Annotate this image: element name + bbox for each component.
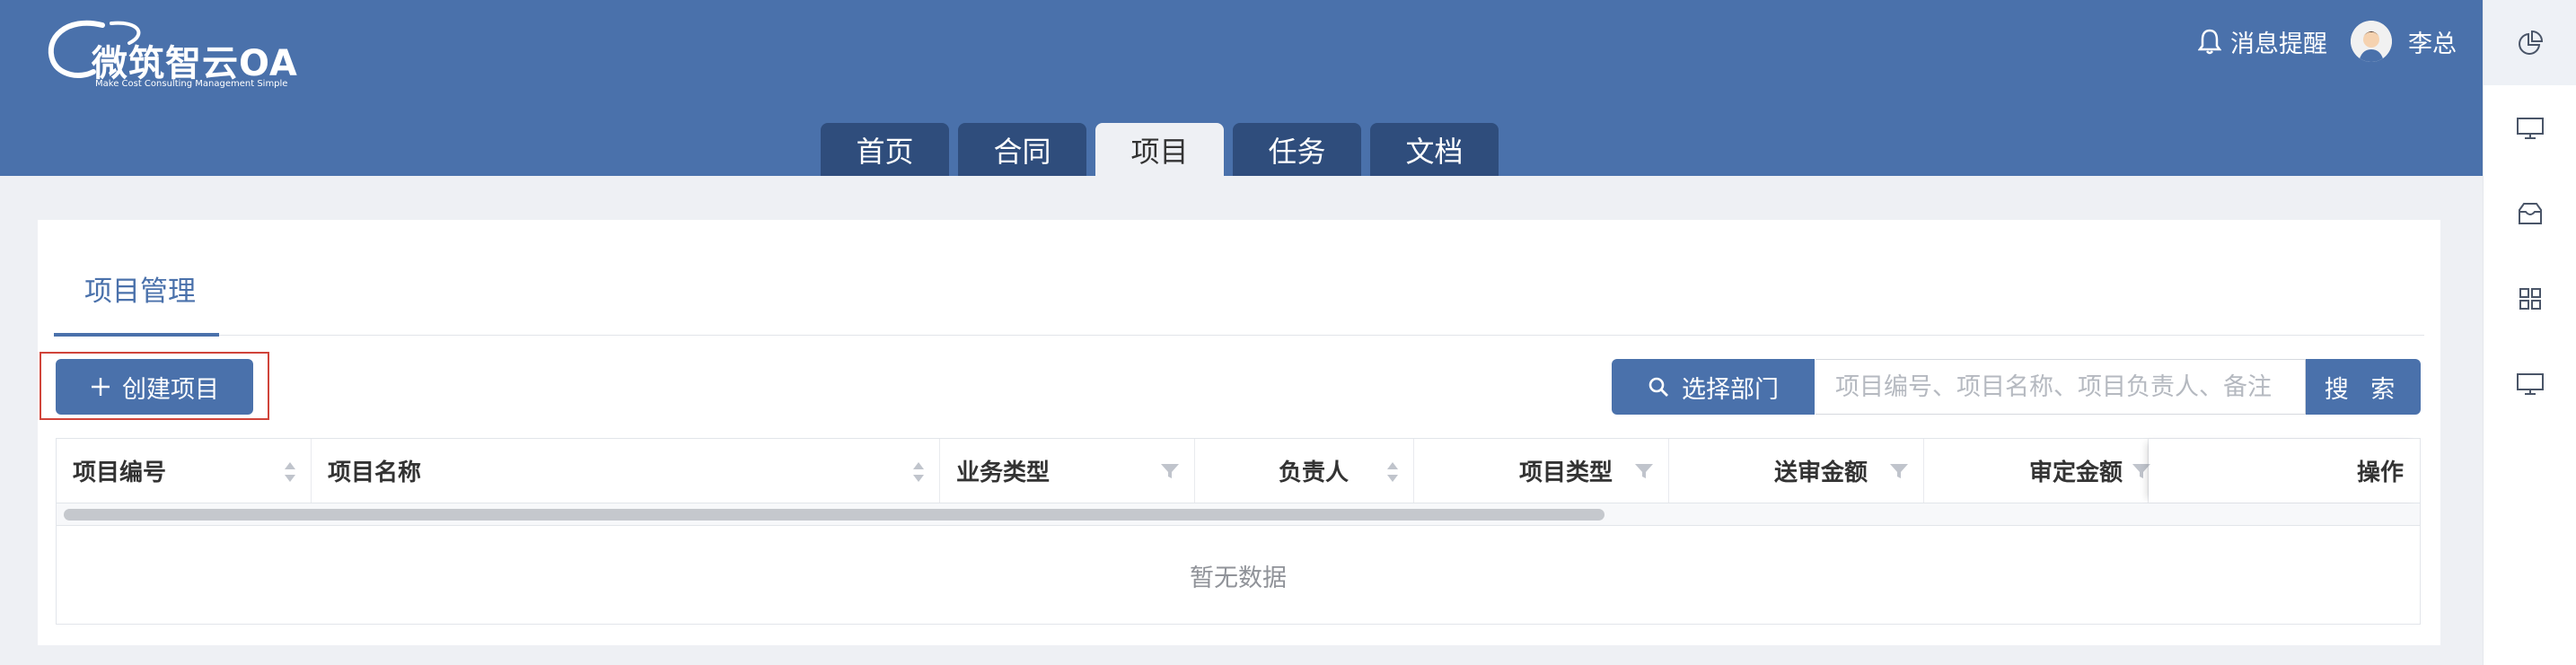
filter-icon[interactable] [1160, 463, 1180, 479]
select-department-label: 选择部门 [1682, 375, 1779, 404]
sort-icon[interactable] [912, 460, 925, 484]
inbox-icon [2518, 202, 2542, 224]
filter-icon[interactable] [1889, 463, 1909, 479]
column-label: 操作 [2356, 459, 2404, 486]
rail-item-statistics[interactable] [2484, 0, 2576, 85]
create-project-label: 创建项目 [122, 375, 219, 404]
notice-label: 消息提醒 [2230, 30, 2327, 58]
top-header: 微筑智云OA Make Cost Consulting Management S… [0, 0, 2484, 176]
user-avatar[interactable] [2351, 21, 2392, 62]
search-button[interactable]: 搜 索 [2306, 359, 2421, 415]
rail-item-desktop[interactable] [2484, 85, 2576, 171]
plus-icon [92, 378, 110, 396]
pie-chart-icon [2518, 30, 2543, 55]
right-tool-rail [2483, 0, 2576, 665]
column-owner[interactable]: 负责人 [1195, 439, 1414, 503]
create-project-button[interactable]: 创建项目 [56, 359, 253, 415]
select-department-button[interactable]: 选择部门 [1612, 359, 1815, 415]
header-actions: 消息提醒 李总 [2198, 20, 2457, 63]
sort-icon[interactable] [1386, 460, 1399, 484]
app-logo[interactable]: 微筑智云OA Make Cost Consulting Management S… [40, 16, 318, 97]
column-submitted-amount[interactable]: 送审金额 [1669, 439, 1924, 503]
column-approved-amount[interactable]: 审定金额 [1924, 439, 2150, 503]
main-nav-tabs: 首页 合同 项目 任务 文档 [821, 123, 1499, 176]
project-management-card: 项目管理 创建项目 选择部门 搜 索 项目编号 项目名称 业务类型 [38, 220, 2440, 645]
tab-document[interactable]: 文档 [1370, 123, 1499, 176]
user-name[interactable]: 李总 [2408, 24, 2457, 59]
column-label: 审定金额 [2028, 459, 2123, 486]
horizontal-scrollbar[interactable] [57, 503, 2420, 526]
page-title[interactable]: 项目管理 [84, 268, 196, 309]
column-project-name[interactable]: 项目名称 [312, 439, 940, 503]
column-label: 送审金额 [1773, 459, 1868, 486]
column-label: 业务类型 [956, 459, 1051, 486]
column-label: 项目名称 [328, 459, 422, 486]
column-project-type[interactable]: 项目类型 [1414, 439, 1669, 503]
column-label: 项目类型 [1518, 459, 1613, 486]
title-divider [54, 335, 2424, 336]
active-title-underline [54, 333, 219, 337]
notice-button[interactable]: 消息提醒 [2198, 24, 2327, 59]
column-business-type[interactable]: 业务类型 [940, 439, 1195, 503]
scrollbar-thumb[interactable] [64, 509, 1605, 521]
monitor-icon [2516, 372, 2544, 395]
project-table: 项目编号 项目名称 业务类型 负责人 项目类型 送审金额 审定金额 操作 暂无数… [56, 438, 2421, 625]
grid-icon [2519, 287, 2541, 310]
sort-icon[interactable] [284, 460, 296, 484]
search-input[interactable] [1816, 359, 2306, 415]
column-label: 项目编号 [73, 459, 167, 486]
search-icon [1648, 377, 1668, 397]
column-project-number[interactable]: 项目编号 [57, 439, 312, 503]
column-label: 负责人 [1278, 459, 1349, 486]
tab-task[interactable]: 任务 [1233, 123, 1361, 176]
tab-project[interactable]: 项目 [1095, 123, 1224, 176]
tab-contract[interactable]: 合同 [958, 123, 1086, 176]
avatar-icon [2351, 21, 2392, 62]
rail-item-inbox[interactable] [2484, 171, 2576, 256]
filter-icon[interactable] [1634, 463, 1654, 479]
empty-state-text: 暂无数据 [1190, 564, 1287, 592]
tab-home[interactable]: 首页 [821, 123, 949, 176]
rail-item-apps[interactable] [2484, 256, 2576, 341]
table-header: 项目编号 项目名称 业务类型 负责人 项目类型 送审金额 审定金额 操作 [57, 439, 2420, 503]
bell-icon [2198, 29, 2221, 55]
monitor-icon [2516, 117, 2544, 139]
column-actions: 操作 [2149, 439, 2420, 503]
rail-item-screen[interactable] [2484, 341, 2576, 426]
logo-tagline: Make Cost Consulting Management Simple [95, 79, 288, 89]
